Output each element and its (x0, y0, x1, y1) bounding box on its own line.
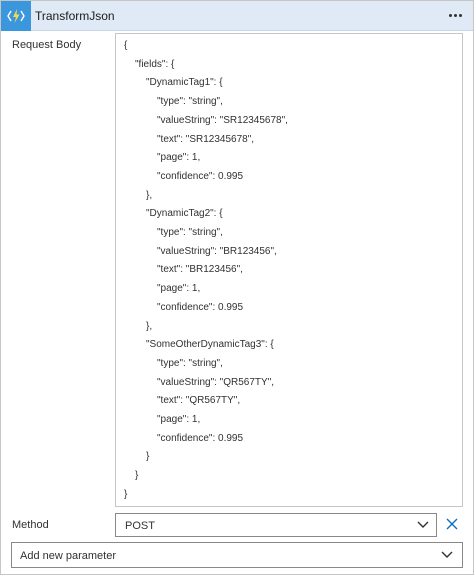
add-new-parameter-dropdown[interactable]: Add new parameter (11, 542, 463, 568)
code-line: } (135, 470, 139, 482)
action-header[interactable]: TransformJson (1, 1, 473, 31)
code-line: "text": "SR12345678", (157, 133, 255, 145)
code-line: } (124, 488, 128, 500)
request-body-editor[interactable]: { "fields": { "DynamicTag1": { "type": "str… (115, 33, 463, 507)
code-line: "DynamicTag2": { (146, 208, 223, 220)
method-label: Method (12, 519, 49, 531)
code-line: "valueString": "BR123456", (157, 245, 277, 257)
code-line: "page": 1, (157, 414, 201, 425)
code-line: "valueString": "SR12345678", (157, 114, 288, 126)
code-line: "confidence": 0.995 (157, 301, 244, 313)
code-line: "confidence": 0.995 (157, 432, 244, 444)
code-line: "text": "QR567TY", (157, 395, 241, 407)
code-line: "type": "string", (157, 357, 223, 369)
code-line: "page": 1, (157, 283, 201, 295)
code-line: "confidence": 0.995 (157, 170, 244, 182)
chevron-down-icon (441, 551, 453, 558)
code-line: "fields": { (135, 58, 175, 70)
code-line: }, (146, 189, 153, 201)
more-options-icon[interactable] (445, 7, 465, 23)
code-line: "text": "BR123456", (157, 264, 243, 276)
code-line: { (124, 40, 128, 51)
chevron-down-icon (417, 521, 429, 528)
close-icon[interactable] (443, 515, 461, 533)
code-line: "type": "string", (157, 227, 223, 238)
code-line: "DynamicTag1": { (146, 77, 223, 89)
method-value: POST (125, 520, 155, 532)
code-line: "valueString": "QR567TY", (157, 376, 275, 388)
function-bolt-icon (1, 1, 31, 31)
code-line: "SomeOtherDynamicTag3": { (146, 339, 274, 351)
add-new-parameter-label: Add new parameter (20, 550, 116, 562)
code-line: "type": "string", (157, 96, 223, 108)
method-select[interactable]: POST (115, 513, 437, 537)
request-body-label: Request Body (12, 39, 82, 51)
code-line: }, (146, 320, 153, 332)
action-title: TransformJson (35, 9, 115, 23)
code-line: "page": 1, (157, 152, 201, 164)
code-line: } (146, 451, 150, 463)
action-card: TransformJson Request Body { "fields": { "… (0, 0, 474, 575)
